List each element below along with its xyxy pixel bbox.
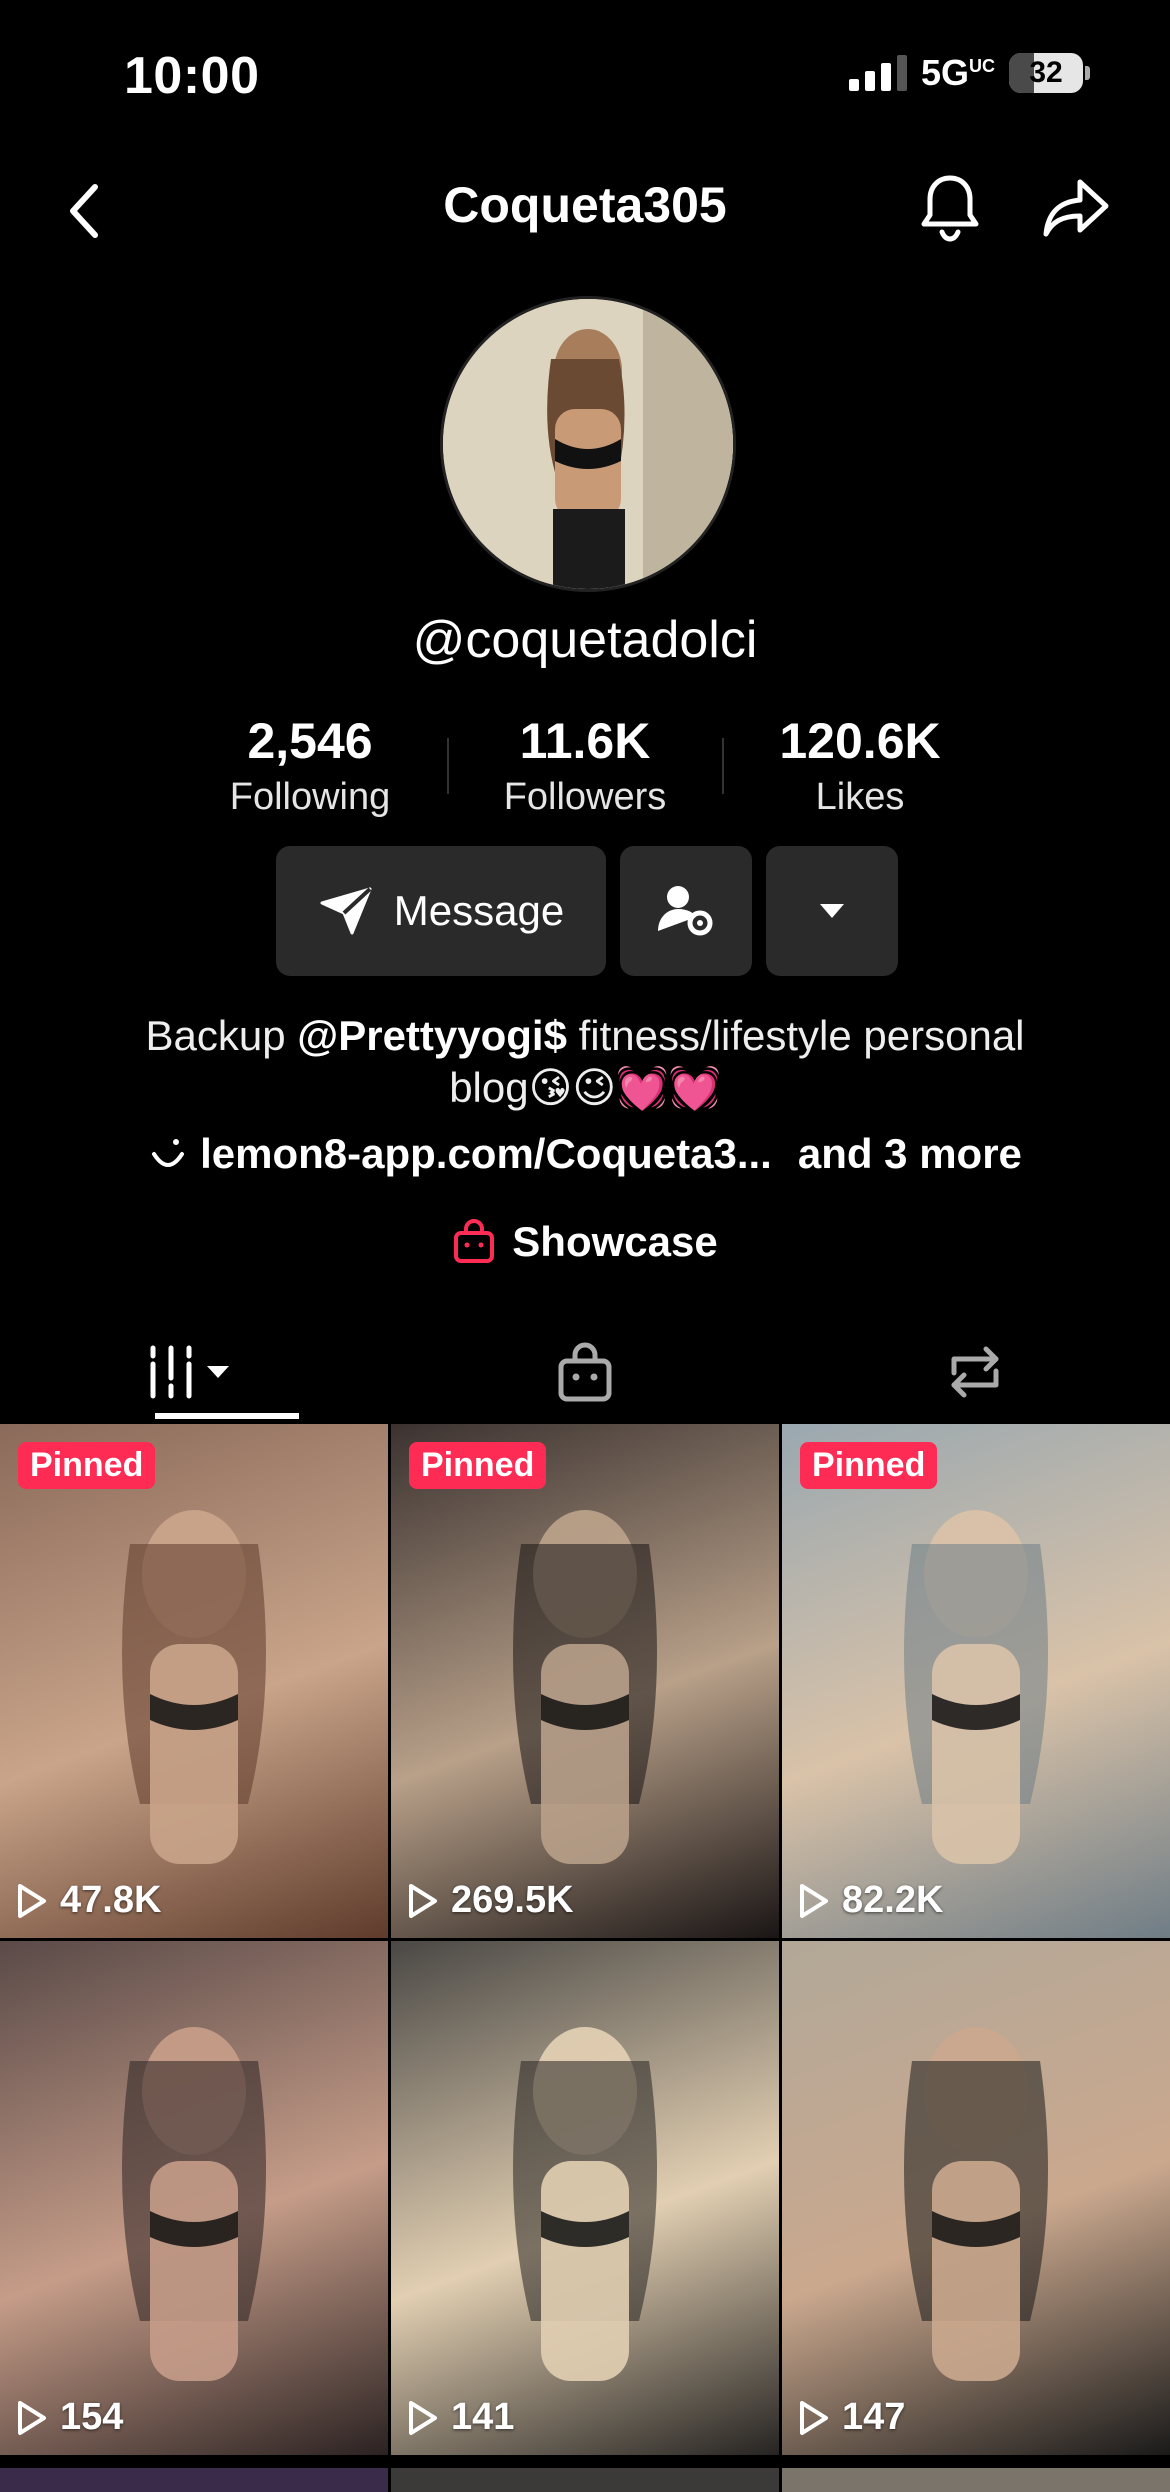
video-grid-next-row [0,2468,1170,2492]
more-dropdown-button[interactable] [766,846,898,976]
stat-likes[interactable]: 120.6K Likes [750,712,970,819]
video-thumbnail[interactable] [782,2468,1170,2492]
showcase-label: Showcase [512,1218,718,1265]
message-label: Message [393,887,565,934]
view-count-value: 269.5K [451,1879,574,1921]
bell-icon[interactable] [910,168,990,248]
pinned-badge: Pinned [800,1442,938,1489]
video-thumbnail[interactable]: 141 [391,1941,779,2455]
following-label: Following [229,776,391,818]
play-icon [800,1883,828,1918]
view-count: 147 [798,2396,905,2439]
followers-label: Followers [503,776,667,818]
view-count-value: 141 [451,2396,515,2438]
video-thumbnail[interactable]: 154 [0,1941,388,2455]
status-indicators: 5GUC 32 [848,52,1090,94]
thumbnail-image [513,1510,657,1864]
view-count-value: 47.8K [60,1879,162,1921]
message-button[interactable]: Message [276,846,606,976]
shop-bag-icon [558,1342,612,1402]
network-label: 5GUC [920,52,995,93]
divider [721,737,724,794]
send-icon [320,887,372,935]
likes-count: 120.6K [779,713,941,769]
view-count: 154 [16,2396,123,2439]
view-count-value: 82.2K [842,1879,944,1921]
link-text[interactable]: lemon8-app.com/Coqueta3... [200,1130,772,1178]
video-thumbnail[interactable] [0,2468,388,2492]
likes-label: Likes [815,776,905,818]
view-count: 269.5K [407,1879,574,1922]
video-grid: Pinned 47.8K Pinned 269.5K Pinned 82.2K 154… [0,1424,1170,2455]
pinned-badge: Pinned [18,1442,156,1489]
showcase-link[interactable]: Showcase [0,1218,1170,1266]
view-count: 141 [407,2396,514,2439]
pinned-badge: Pinned [409,1442,547,1489]
status-time: 10:00 [124,47,260,105]
stat-following[interactable]: 2,546 Following [200,712,420,819]
share-icon[interactable] [1036,168,1116,248]
thumbnail-image [122,2027,266,2381]
content-tabs [0,1320,1170,1424]
video-thumbnail[interactable]: 147 [782,1941,1170,2455]
video-thumbnail[interactable]: Pinned 82.2K [782,1424,1170,1938]
battery-icon: 32 [1009,53,1083,93]
battery-tip [1085,66,1090,80]
link-more[interactable]: and 3 more [798,1130,1022,1178]
repost-icon [951,1346,999,1398]
thumbnail-image [904,2027,1048,2381]
thumbnail-image [122,1510,266,1864]
following-count: 2,546 [247,713,373,769]
thumbnail-image [904,1510,1048,1864]
play-icon [409,2400,437,2435]
tab-shop[interactable] [390,1320,780,1424]
play-icon [409,1883,437,1918]
view-count: 47.8K [16,1879,161,1922]
follow-settings-button[interactable] [620,846,752,976]
view-count-value: 154 [60,2396,124,2438]
play-icon [18,1883,46,1918]
profile-bio: Backup @Prettyyogi$ fitness/lifestyle pe… [145,1012,1025,1111]
play-icon [800,2400,828,2435]
tab-reposts[interactable] [780,1320,1170,1424]
followers-count: 11.6K [519,713,651,769]
avatar[interactable] [440,296,736,592]
smile-link-icon [152,1139,185,1167]
tab-videos[interactable] [0,1320,390,1424]
signal-icon [848,55,907,91]
view-count: 82.2K [798,1879,943,1922]
active-tab-indicator [155,1413,299,1419]
caret-down-icon [820,904,844,918]
stat-followers[interactable]: 11.6K Followers [475,712,695,819]
shop-bag-icon [454,1219,495,1263]
video-thumbnail[interactable]: Pinned 47.8K [0,1424,388,1938]
video-thumbnail[interactable] [391,2468,779,2492]
profile-handle: @coquetadolci [412,611,758,669]
profile-stats: 2,546 Following 11.6K Followers 120.6K L… [200,712,970,819]
view-count-value: 147 [842,2396,906,2438]
thumbnail-image [513,2027,657,2381]
bio-mention[interactable]: @Prettyyogi$ [297,1012,567,1059]
page-title: Coqueta305 [443,177,727,233]
user-gear-icon [658,886,713,936]
divider [446,737,449,794]
play-icon [18,2400,46,2435]
videos-grid-icon [150,1345,229,1399]
video-thumbnail[interactable]: Pinned 269.5K [391,1424,779,1938]
profile-actions: Message [276,846,898,976]
profile-link[interactable]: lemon8-app.com/Coqueta3... and 3 more [0,1130,1170,1178]
